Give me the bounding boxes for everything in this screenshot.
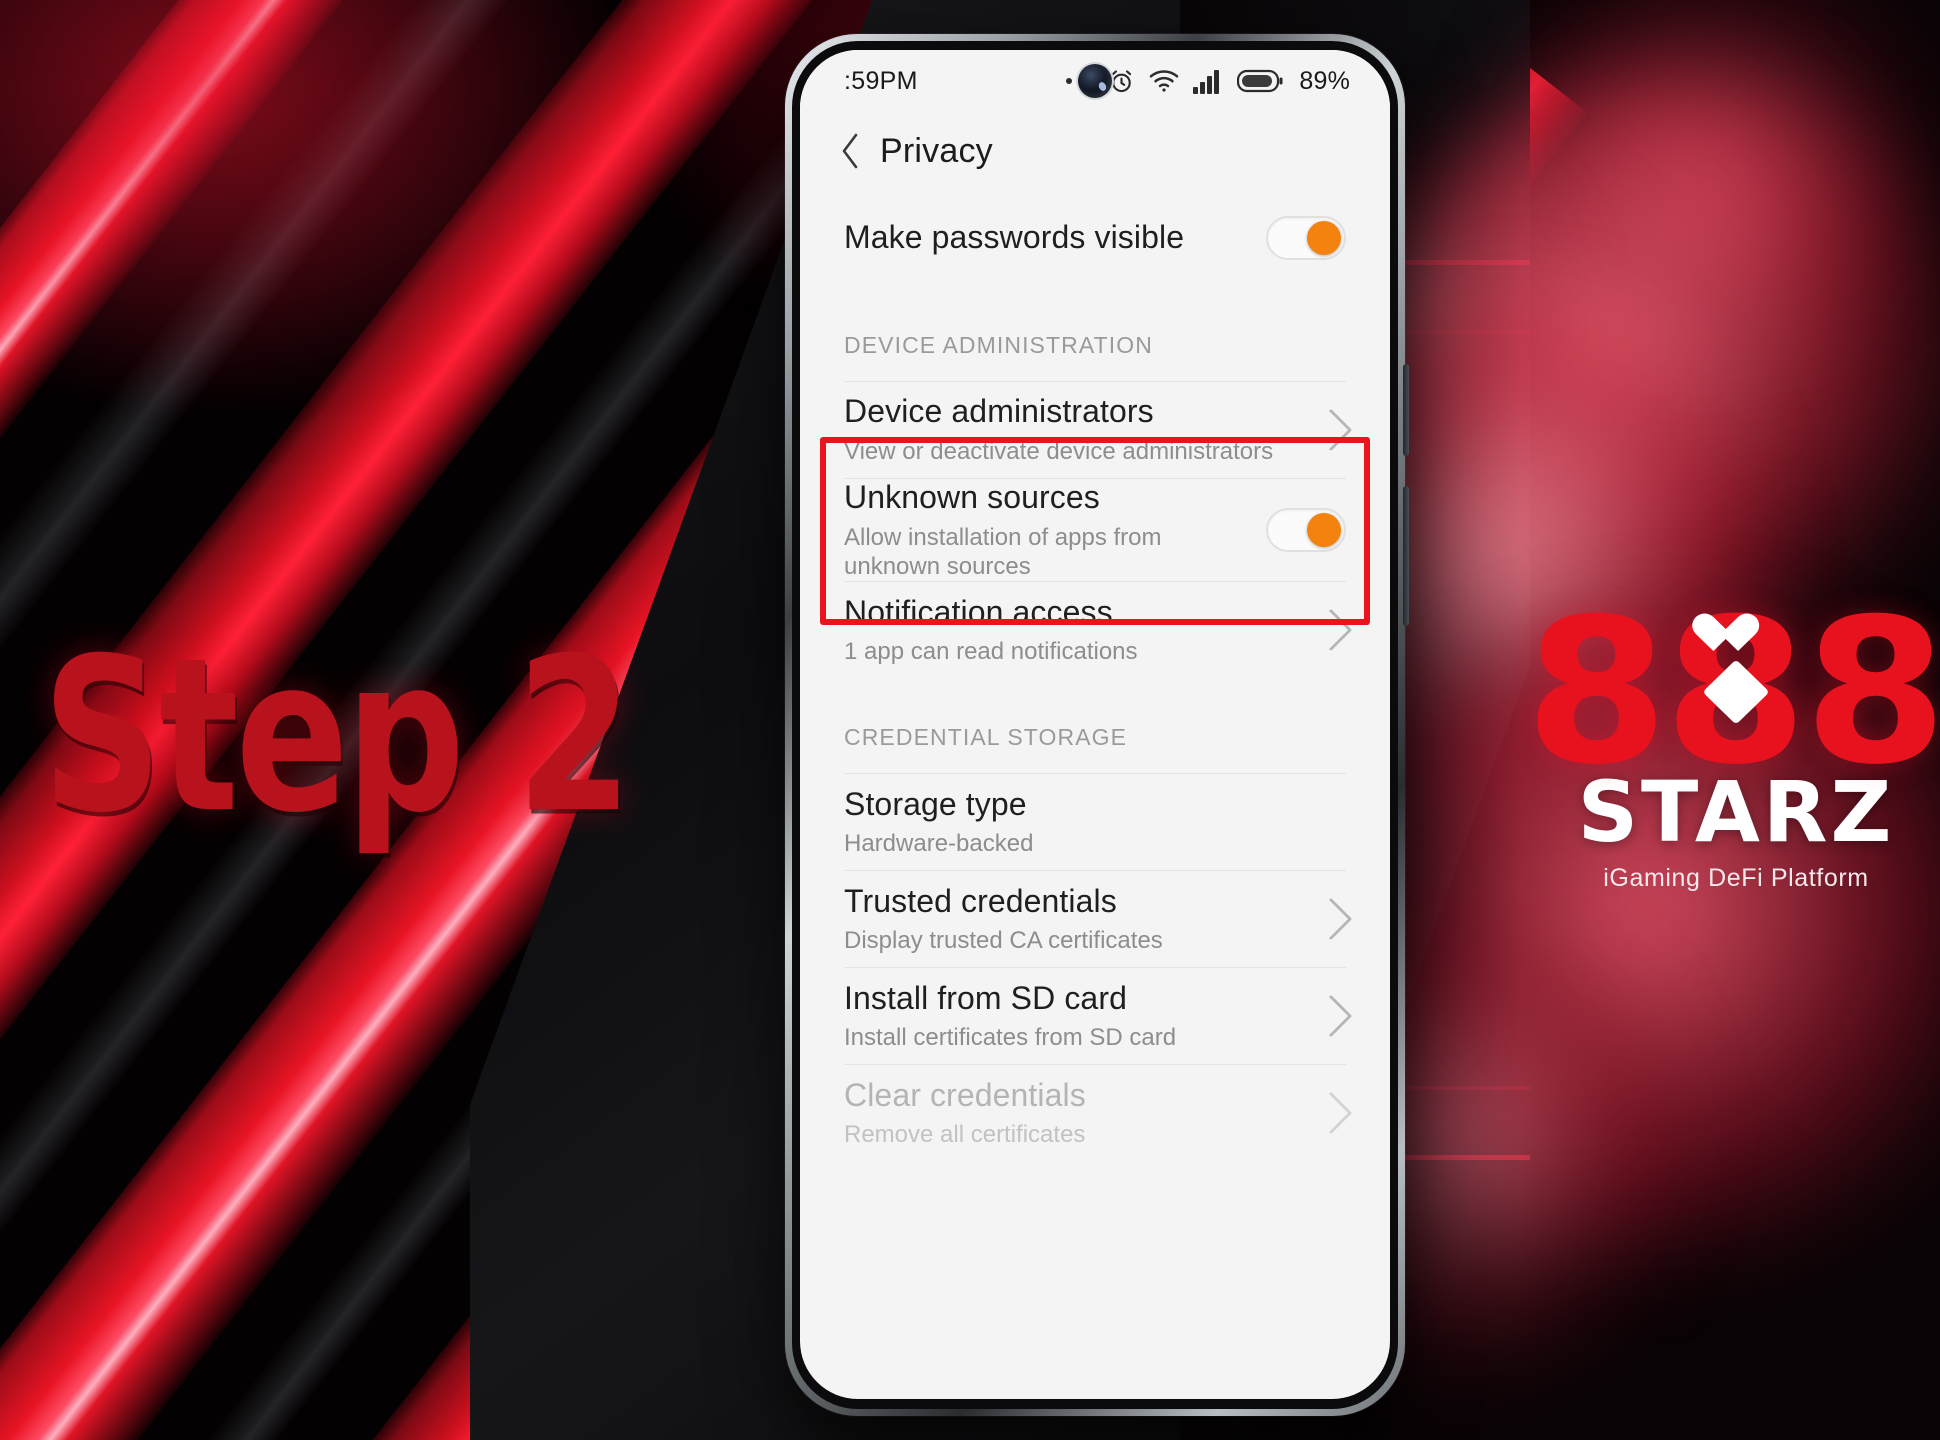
setting-row-text: Unknown sources Allow installation of app… xyxy=(844,479,1246,581)
settings-list: Make passwords visible DEVICE ADMINISTRAT… xyxy=(800,190,1390,1162)
setting-subtitle: Install certificates from SD card xyxy=(844,1024,1177,1052)
setting-row-device-administrators[interactable]: Device administrators View or deactivate … xyxy=(800,382,1390,478)
setting-subtitle: Remove all certificates xyxy=(844,1121,1086,1149)
setting-row-unknown-sources[interactable]: Unknown sources Allow installation of app… xyxy=(800,479,1390,581)
chevron-left-icon[interactable] xyxy=(828,129,872,173)
setting-title: Device administrators xyxy=(844,393,1154,430)
setting-subtitle: Allow installation of apps from unknown … xyxy=(844,523,1162,580)
app-bar: Privacy xyxy=(800,112,1390,190)
toggle-knob xyxy=(1307,221,1341,255)
brand-digit-2: 8 xyxy=(1664,593,1807,793)
section-header-device-administration-header: DEVICE ADMINISTRATION xyxy=(844,332,1153,358)
status-clock: :59PM xyxy=(844,66,918,95)
chevron-right-icon xyxy=(1309,898,1353,941)
phone-screen: :59PM 89% Privacy Make passwords visible… xyxy=(800,50,1390,1399)
setting-row-storage-type[interactable]: Storage type Hardware-backed xyxy=(800,774,1390,870)
setting-title: Install from SD card xyxy=(844,979,1127,1016)
setting-title: Unknown sources xyxy=(844,479,1100,515)
brand-digits: 8 8 8 xyxy=(1525,593,1940,793)
step-label: Step 2 xyxy=(42,611,633,860)
brand-digit-1: 8 xyxy=(1525,576,1669,809)
setting-title: Notification access xyxy=(844,593,1113,630)
brand-digit-3: 8 xyxy=(1803,576,1940,809)
section-header-credential-storage-header: CREDENTIAL STORAGE xyxy=(844,724,1128,751)
chevron-right-icon xyxy=(1309,408,1353,452)
front-camera-icon xyxy=(1078,64,1112,98)
chevron-right-icon xyxy=(1309,1092,1353,1135)
volume-button[interactable] xyxy=(1403,486,1409,626)
setting-row-text: Trusted credentials Display trusted CA ce… xyxy=(844,883,1294,957)
phone-bezel: :59PM 89% Privacy Make passwords visible… xyxy=(792,41,1398,1409)
setting-subtitle: View or deactivate device administrators xyxy=(844,437,1274,465)
status-bar: :59PM 89% xyxy=(800,50,1390,112)
battery-icon xyxy=(1237,68,1283,94)
setting-subtitle: Display trusted CA certificates xyxy=(844,927,1163,955)
setting-title: Trusted credentials xyxy=(844,882,1117,919)
signal-bars-icon xyxy=(1193,68,1223,94)
setting-title: Storage type xyxy=(844,785,1027,822)
setting-title: Clear credentials xyxy=(844,1076,1086,1113)
chevron-right-icon xyxy=(1309,609,1353,652)
setting-row-trusted-credentials[interactable]: Trusted credentials Display trusted CA ce… xyxy=(800,871,1390,967)
setting-row-install-from-sd-card[interactable]: Install from SD card Install certificates… xyxy=(800,968,1390,1064)
setting-row-text: Device administrators View or deactivate … xyxy=(844,393,1294,467)
setting-row-notification-access[interactable]: Notification access 1 app can read notifi… xyxy=(800,582,1390,678)
setting-row-clear-credentials[interactable]: Clear credentials Remove all certificates xyxy=(800,1065,1390,1161)
alarm-clock-icon xyxy=(1108,68,1135,95)
setting-row-text: Storage type Hardware-backed xyxy=(844,786,1346,860)
heart-icon xyxy=(1712,615,1759,659)
wifi-icon xyxy=(1149,69,1179,93)
chevron-right-icon xyxy=(1309,995,1353,1038)
setting-subtitle: Hardware-backed xyxy=(844,830,1034,858)
setting-row-make-passwords-visible[interactable]: Make passwords visible xyxy=(800,190,1390,286)
setting-title: Make passwords visible xyxy=(844,219,1185,256)
power-button[interactable] xyxy=(1403,364,1409,456)
brand-logo: 8 8 8 STARZ iGaming DeFi Platform xyxy=(1525,593,1940,893)
setting-subtitle: 1 app can read notifications xyxy=(844,638,1138,666)
toggle-make-passwords-visible[interactable] xyxy=(1266,216,1346,260)
battery-percent: 89% xyxy=(1299,66,1350,95)
page-title: Privacy xyxy=(880,131,993,170)
setting-row-text: Install from SD card Install certificates… xyxy=(844,980,1294,1054)
setting-row-text: Make passwords visible xyxy=(844,219,1246,257)
toggle-knob xyxy=(1307,513,1341,548)
phone-mockup: :59PM 89% Privacy Make passwords visible… xyxy=(785,34,1409,1416)
brand-tagline: iGaming DeFi Platform xyxy=(1603,864,1869,892)
setting-row-text: Clear credentials Remove all certificates xyxy=(844,1077,1294,1151)
setting-row-text: Notification access 1 app can read notifi… xyxy=(844,594,1294,668)
toggle-unknown-sources[interactable] xyxy=(1266,508,1346,553)
